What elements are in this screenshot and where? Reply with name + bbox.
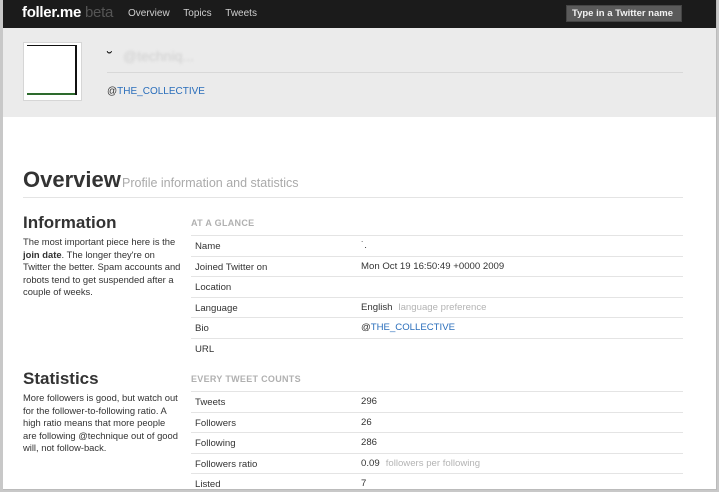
profile-bio: @THE_COLLECTIVE xyxy=(107,86,205,97)
table-row: Bio @THE_COLLECTIVE xyxy=(191,317,683,338)
row-value: 7 xyxy=(361,478,367,490)
table-row: Joined Twitter on Mon Oct 19 16:50:49 +0… xyxy=(191,255,683,277)
statistics-table: Tweets 296 Followers 26 Following 286 Fo… xyxy=(191,391,683,490)
table-row: Following 286 xyxy=(191,432,683,453)
top-navbar: foller.me beta Overview Topics Tweets Typ… xyxy=(3,0,716,28)
title-divider xyxy=(23,197,683,198)
row-key: Tweets xyxy=(195,397,226,408)
row-key: Followers xyxy=(195,417,237,429)
row-key: URL xyxy=(195,343,215,355)
nav-overview[interactable]: Overview xyxy=(128,8,170,19)
table-row: Followers ratio 0.09 followers per follow… xyxy=(191,452,683,474)
main-nav: Overview Topics Tweets xyxy=(128,8,268,19)
nav-topics[interactable]: Topics xyxy=(183,8,211,19)
row-key: Bio xyxy=(195,323,209,335)
information-heading: Information xyxy=(23,213,117,232)
page-title: Overview xyxy=(23,167,121,192)
brand-logo[interactable]: foller.me beta xyxy=(22,4,113,21)
row-value: 286 xyxy=(361,437,378,449)
row-hint: language preference xyxy=(398,301,487,313)
row-value: ˙. xyxy=(361,240,367,251)
brand-name: foller.me xyxy=(22,4,81,21)
row-value: 0.09 followers per following xyxy=(361,457,481,469)
row-key: Listed xyxy=(195,479,221,490)
row-value: @THE_COLLECTIVE xyxy=(361,322,455,334)
bio-mention-link[interactable]: THE_COLLECTIVE xyxy=(117,86,205,97)
beta-tag: beta xyxy=(85,4,113,21)
row-key: Joined Twitter on xyxy=(195,261,268,273)
profile-divider xyxy=(107,72,683,73)
row-key: Location xyxy=(195,282,232,294)
table-row: Followers 26 xyxy=(191,411,683,433)
profile-header: ˘ @techniq... @THE_COLLECTIVE xyxy=(3,28,716,117)
table-row: Language English language preference xyxy=(191,296,683,318)
profile-name: ˘ xyxy=(107,50,113,67)
search-input[interactable]: Type in a Twitter name xyxy=(566,5,682,22)
page-subtitle: Profile information and statistics xyxy=(122,176,299,190)
bio-mention-link[interactable]: THE_COLLECTIVE xyxy=(371,322,455,333)
information-description: The most important piece here is the joi… xyxy=(23,236,181,297)
row-key: Following xyxy=(195,438,236,450)
avatar xyxy=(27,45,77,95)
information-table: Name ˙. Joined Twitter on Mon Oct 19 16:… xyxy=(191,235,683,359)
row-value: English language preference xyxy=(361,301,487,313)
row-key: Name xyxy=(195,241,221,252)
nav-tweets[interactable]: Tweets xyxy=(225,8,257,19)
statistics-heading: Statistics xyxy=(23,369,99,388)
row-value: 26 xyxy=(361,416,372,428)
at-a-glance-label: AT A GLANCE xyxy=(191,218,255,228)
bio-at: @ xyxy=(107,86,118,97)
row-key: Followers ratio xyxy=(195,458,258,470)
row-value: Mon Oct 19 16:50:49 +0000 2009 xyxy=(361,260,505,272)
row-key: Language xyxy=(195,302,238,314)
every-tweet-counts-label: EVERY TWEET COUNTS xyxy=(191,374,301,384)
statistics-description: More followers is good, but watch out fo… xyxy=(23,392,178,453)
table-row: Location xyxy=(191,276,683,297)
table-row: Name ˙. xyxy=(191,235,683,256)
row-value: 296 xyxy=(361,396,378,407)
table-row: Listed 7 xyxy=(191,473,683,490)
row-hint: followers per following xyxy=(385,457,481,469)
profile-handle: @techniq... xyxy=(123,48,195,64)
table-row: URL xyxy=(191,337,683,359)
avatar-frame xyxy=(23,42,82,101)
page-frame: foller.me beta Overview Topics Tweets Typ… xyxy=(3,0,717,490)
table-row: Tweets 296 xyxy=(191,391,683,412)
